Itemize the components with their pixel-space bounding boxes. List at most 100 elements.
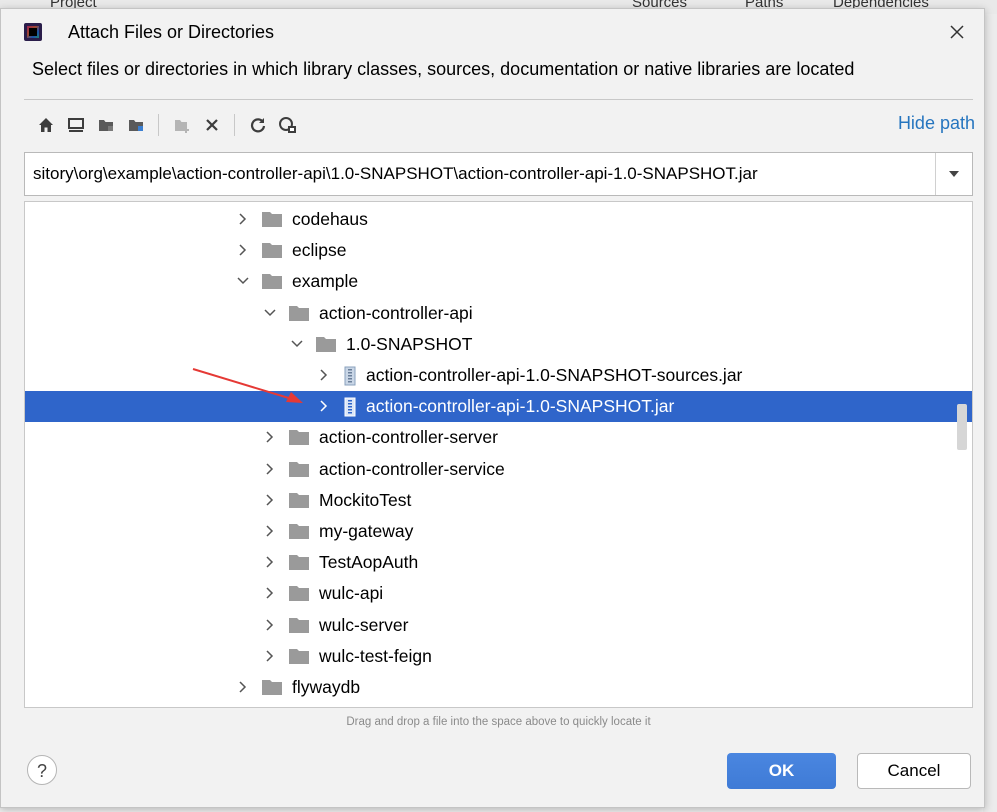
folder-icon xyxy=(289,555,309,571)
help-button[interactable]: ? xyxy=(27,755,57,785)
tree-row-folder[interactable]: 1.0-SNAPSHOT xyxy=(25,329,972,360)
refresh-button[interactable] xyxy=(246,113,270,137)
folder-icon xyxy=(289,648,309,664)
tree-row-folder[interactable]: action-controller-service xyxy=(25,454,972,485)
path-input-value[interactable]: sitory\org\example\action-controller-api… xyxy=(33,164,938,184)
tree-row-folder[interactable]: wulc-api xyxy=(25,578,972,609)
delete-button[interactable] xyxy=(200,113,224,137)
path-input[interactable]: sitory\org\example\action-controller-api… xyxy=(24,152,973,196)
delete-icon xyxy=(206,119,218,131)
tree-row-folder[interactable]: action-controller-server xyxy=(25,422,972,453)
desktop-icon xyxy=(68,118,84,132)
project-button[interactable] xyxy=(94,113,118,137)
new-folder-button[interactable] xyxy=(170,113,194,137)
project-folder-icon xyxy=(99,120,113,131)
chevron-right-icon[interactable] xyxy=(262,647,278,665)
folder-icon xyxy=(289,492,309,508)
refresh-icon xyxy=(250,118,266,133)
chevron-right-icon[interactable] xyxy=(235,678,251,696)
desktop-button[interactable] xyxy=(64,113,88,137)
folder-icon xyxy=(289,586,309,602)
tree-row-label: codehaus xyxy=(292,209,368,229)
intellij-app-icon xyxy=(24,23,42,41)
dialog-titlebar: Attach Files or Directories xyxy=(1,9,984,59)
folder-icon xyxy=(289,461,309,477)
hide-path-link[interactable]: Hide path xyxy=(898,113,975,134)
tree-row-label: action-controller-api-1.0-SNAPSHOT.jar xyxy=(366,396,675,417)
folder-icon xyxy=(262,243,282,259)
tree-row-label: action-controller-server xyxy=(319,427,498,448)
tree-row-folder[interactable]: action-controller-api xyxy=(25,298,972,329)
path-history-dropdown[interactable] xyxy=(935,153,972,195)
folder-icon xyxy=(262,212,282,227)
tree-row-folder[interactable]: eclipse xyxy=(25,235,972,266)
home-icon xyxy=(39,118,53,132)
toolbar-separator xyxy=(234,114,235,136)
tree-row-label: action-controller-api xyxy=(319,302,473,323)
chevron-right-icon[interactable] xyxy=(262,553,278,571)
tree-row-folder[interactable]: wulc-server xyxy=(25,610,972,641)
tree-row-folder[interactable]: codehaus xyxy=(25,204,972,235)
folder-icon xyxy=(262,680,282,695)
chevron-right-icon[interactable] xyxy=(262,428,278,446)
dialog-description: Select files or directories in which lib… xyxy=(32,59,855,79)
show-hidden-button[interactable] xyxy=(276,113,300,137)
tree-row-label: action-controller-service xyxy=(319,458,505,479)
folder-icon xyxy=(289,430,309,446)
tree-row-label: my-gateway xyxy=(319,521,414,541)
chevron-down-icon[interactable] xyxy=(262,304,278,322)
chevron-right-icon[interactable] xyxy=(235,210,251,228)
tree-row-jar[interactable]: action-controller-api-1.0-SNAPSHOT-sourc… xyxy=(25,360,972,391)
tree-row-label: action-controller-api-1.0-SNAPSHOT-sourc… xyxy=(366,365,743,385)
toolbar-separator xyxy=(158,114,159,136)
folder-icon xyxy=(262,274,282,290)
tree-scrollbar-thumb[interactable] xyxy=(957,404,967,450)
tree-row-label: wulc-test-feign xyxy=(319,645,432,666)
tree-row-label: example xyxy=(292,271,359,292)
chevron-right-icon[interactable] xyxy=(235,241,251,259)
chevron-right-icon[interactable] xyxy=(316,366,332,384)
chevron-right-icon[interactable] xyxy=(262,491,278,509)
chevron-right-icon[interactable] xyxy=(316,397,332,415)
tree-row-folder[interactable]: my-gateway xyxy=(25,516,972,547)
tree-row-label: flywaydb xyxy=(292,677,361,697)
tree-row-folder[interactable]: flywaydb xyxy=(25,672,972,703)
tree-row-label: 1.0-SNAPSHOT xyxy=(346,333,473,354)
tree-row-label: TestAopAuth xyxy=(319,552,419,573)
module-folder-icon xyxy=(129,120,143,131)
show-hidden-icon xyxy=(279,117,296,133)
folder-icon xyxy=(289,524,309,539)
drag-drop-hint: Drag and drop a file into the space abov… xyxy=(346,716,651,728)
module-button[interactable] xyxy=(124,113,148,137)
home-button[interactable] xyxy=(34,113,58,137)
chevron-down-icon[interactable] xyxy=(235,272,251,290)
folder-icon xyxy=(316,336,336,352)
tree-row-folder[interactable]: wulc-test-feign xyxy=(25,641,972,672)
chevron-right-icon[interactable] xyxy=(262,460,278,478)
tree-row-jar[interactable]: action-controller-api-1.0-SNAPSHOT.jar xyxy=(25,391,972,423)
tree-row-label: wulc-server xyxy=(319,614,409,635)
tree-row-label: eclipse xyxy=(292,240,347,261)
folder-icon xyxy=(289,305,309,321)
tree-row-label: MockitoTest xyxy=(319,489,412,510)
chevron-right-icon[interactable] xyxy=(262,522,278,540)
tree-row-folder[interactable]: example xyxy=(25,266,972,297)
chevron-right-icon[interactable] xyxy=(262,616,278,634)
background-panel-edge xyxy=(983,14,997,812)
cancel-button[interactable]: Cancel xyxy=(857,753,971,789)
tree-row-folder[interactable]: MockitoTest xyxy=(25,485,972,516)
folder-icon xyxy=(289,617,309,633)
chevron-right-icon[interactable] xyxy=(262,584,278,602)
file-chooser-toolbar: Hide path xyxy=(24,110,975,140)
close-button[interactable] xyxy=(942,17,972,47)
close-icon xyxy=(950,25,964,39)
jar-file-icon xyxy=(344,397,356,417)
chevron-down-icon[interactable] xyxy=(289,335,305,353)
tree-row-label: wulc-api xyxy=(319,583,384,604)
file-tree[interactable]: codehaus eclipse example action-controller-… xyxy=(24,201,973,708)
ok-button[interactable]: OK xyxy=(727,753,836,789)
jar-file-icon xyxy=(344,366,356,386)
tree-row-folder[interactable]: TestAopAuth xyxy=(25,547,972,578)
divider xyxy=(24,99,973,100)
new-folder-icon xyxy=(175,120,189,133)
